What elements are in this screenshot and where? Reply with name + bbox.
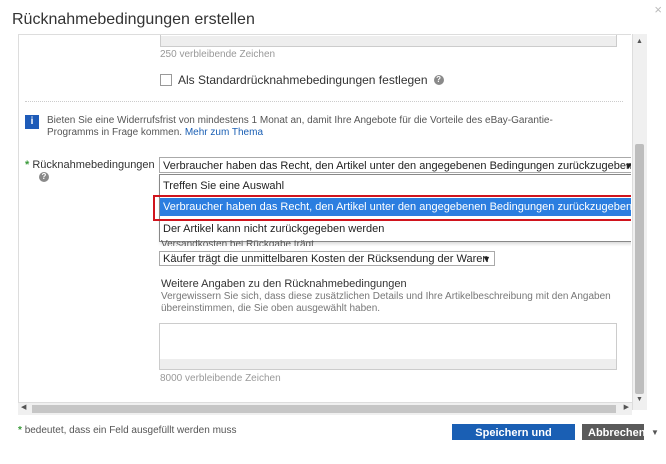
return-policy-label-text: Rücknahmebedingungen: [32, 159, 155, 171]
info-icon: i: [25, 115, 39, 129]
dialog-content: 250 verbleibende Zeichen Als Standardrüc…: [18, 34, 631, 411]
char-counter-top: 250 verbleibende Zeichen: [160, 49, 276, 60]
default-policy-label: Als Standardrücknahmebedingungen festleg…: [178, 73, 428, 87]
scroll-left-icon[interactable]: ◀: [21, 403, 26, 411]
scroll-thumb[interactable]: [635, 144, 644, 394]
scroll-up-icon[interactable]: ▲: [636, 38, 643, 45]
horizontal-scrollbar[interactable]: ◀ ▶: [18, 402, 632, 415]
textarea-scrollbar[interactable]: [161, 36, 616, 46]
more-info-title: Weitere Angaben zu den Rücknahmebedingun…: [161, 278, 407, 290]
dropdown-option[interactable]: Der Artikel kann nicht zurückgegeben wer…: [160, 220, 631, 238]
shipping-cost-select[interactable]: Käufer trägt die unmittelbaren Kosten de…: [159, 251, 495, 266]
char-counter-bottom: 8000 verbleibende Zeichen: [160, 373, 281, 384]
shipping-cost-selected: Käufer trägt die unmittelbaren Kosten de…: [163, 253, 489, 265]
dropdown-arrow-icon: ▼: [482, 254, 491, 264]
required-star: *: [25, 159, 30, 171]
textarea-scrollbar[interactable]: [160, 359, 616, 369]
info-box: i Bieten Sie eine Widerrufsfrist von min…: [25, 115, 625, 139]
save-and-close-button[interactable]: Speichern und schließen: [452, 424, 575, 455]
dialog-title: Rücknahmebedingungen erstellen: [12, 11, 255, 28]
help-icon-return[interactable]: ?: [39, 172, 49, 182]
scroll-down-icon-outer[interactable]: ▼: [651, 428, 659, 437]
help-icon[interactable]: ?: [433, 75, 444, 85]
return-policy-select[interactable]: Verbraucher haben das Recht, den Artikel…: [159, 157, 631, 173]
default-policy-row: Als Standardrücknahmebedingungen festleg…: [160, 73, 444, 87]
more-info-description: Vergewissern Sie sich, dass diese zusätz…: [161, 291, 611, 314]
more-info-link[interactable]: Mehr zum Thema: [185, 127, 263, 138]
highlight-callout-box: [153, 195, 631, 221]
required-star: *: [18, 425, 22, 436]
more-info-textarea[interactable]: [159, 323, 617, 370]
scroll-right-icon[interactable]: ▶: [624, 403, 629, 411]
info-text: Bieten Sie eine Widerrufsfrist von minde…: [47, 115, 567, 139]
dropdown-option[interactable]: Treffen Sie eine Auswahl: [160, 177, 631, 195]
required-note-text: bedeutet, dass ein Feld ausgefüllt werde…: [24, 425, 237, 436]
info-message: Bieten Sie eine Widerrufsfrist von minde…: [47, 115, 553, 138]
required-field-note: * bedeutet, dass ein Feld ausgefüllt wer…: [18, 425, 236, 436]
shipping-cost-label: Versandkosten bei Rückgabe trägt: [161, 240, 314, 246]
close-icon[interactable]: ×: [654, 2, 662, 17]
scroll-down-icon[interactable]: ▼: [636, 396, 643, 403]
cancel-button[interactable]: Abbrechen: [582, 424, 645, 440]
dropdown-arrow-icon: ▼: [624, 158, 631, 172]
top-textarea[interactable]: [160, 35, 617, 47]
default-policy-checkbox[interactable]: [160, 74, 172, 86]
vertical-scrollbar[interactable]: ▲ ▼: [632, 34, 647, 410]
scroll-thumb-horizontal[interactable]: [32, 405, 616, 413]
return-policy-selected: Verbraucher haben das Recht, den Artikel…: [163, 160, 631, 172]
divider: [25, 101, 623, 102]
return-policy-label: * Rücknahmebedingungen: [25, 159, 155, 171]
